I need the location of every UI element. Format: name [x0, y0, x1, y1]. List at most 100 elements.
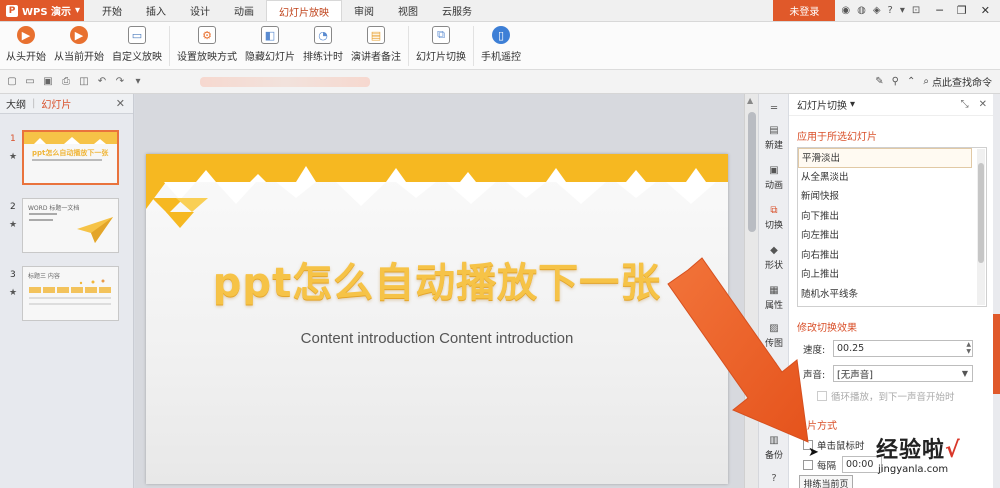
tab-view[interactable]: 视图: [386, 0, 430, 21]
tab-design[interactable]: 设计: [178, 0, 222, 21]
panel-title[interactable]: 幻灯片切换: [797, 97, 847, 112]
strip-new-button[interactable]: ▤ 新建: [759, 124, 789, 152]
chevron-down-icon[interactable]: ▾: [900, 5, 905, 16]
skin-icon[interactable]: ◉: [841, 5, 850, 16]
speed-input[interactable]: 00.25 ▲ ▼: [833, 340, 973, 357]
strip-location-button[interactable]: ⚲: [759, 360, 789, 372]
sound-select[interactable]: [无声音] ▼: [833, 365, 973, 382]
print-icon[interactable]: ⎙: [60, 76, 72, 88]
button-label: 设置放映方式: [177, 52, 237, 63]
phone-remote-button[interactable]: ▯ 手机遥控: [477, 22, 525, 63]
rehearse-timing-icon: ◔: [314, 26, 332, 44]
slide-thumbnail[interactable]: WORD 标题一文档: [22, 198, 119, 253]
slide-3-preview: [29, 279, 111, 305]
login-button[interactable]: 未登录: [773, 0, 836, 21]
strip-transition-button[interactable]: ⧉ 切换: [759, 204, 789, 232]
document-tabs-blurred: [200, 76, 370, 87]
speaker-notes-button[interactable]: ▤ 演讲者备注: [347, 22, 405, 63]
tab-cloud[interactable]: 云服务: [430, 0, 484, 21]
tab-slides[interactable]: 幻灯片: [41, 96, 71, 111]
tag-icon[interactable]: ◈: [873, 5, 881, 16]
ribbon-separator: [169, 26, 170, 66]
transition-list[interactable]: 平滑淡出 从全黑淡出 新闻快报 向下推出 向左推出 向右推出 向上推出 随机水平…: [797, 147, 987, 307]
start-from-beginning-button[interactable]: ▶ 从头开始: [2, 22, 50, 63]
new-file-icon[interactable]: ▢: [6, 76, 18, 88]
tab-animation[interactable]: 动画: [222, 0, 266, 21]
panel-collapse-tab[interactable]: [993, 314, 1000, 394]
transition-option[interactable]: 随机水平线条: [798, 285, 986, 305]
collapse-strip-button[interactable]: ═: [759, 102, 789, 114]
redo-icon[interactable]: ↷: [114, 76, 126, 88]
hide-slide-button[interactable]: ◧ 隐藏幻灯片: [241, 22, 299, 63]
strip-shape-button[interactable]: ◆ 形状: [759, 244, 789, 272]
tab-home[interactable]: 开始: [90, 0, 134, 21]
canvas-scrollbar[interactable]: ▲: [744, 94, 758, 488]
loop-checkbox[interactable]: [817, 391, 827, 401]
current-slide[interactable]: ppt怎么自动播放下一张 Content introduction Conten…: [146, 154, 728, 484]
transition-option[interactable]: 向右推出: [798, 246, 986, 266]
speed-stepper-icon[interactable]: ▲ ▼: [966, 341, 971, 355]
help-icon[interactable]: ?: [888, 5, 893, 16]
strip-label: 新建: [764, 141, 783, 151]
strip-tool-button[interactable]: ⊥: [759, 404, 789, 416]
collapse-icon[interactable]: ⌃: [907, 76, 915, 87]
command-search[interactable]: ⌕ 点此查找命令: [923, 74, 992, 89]
rehearse-timing-button[interactable]: ◔ 排练计时: [299, 22, 347, 63]
thumbnail-line: [32, 159, 102, 161]
app-menu-button[interactable]: P WPS 演示 ▾: [0, 0, 84, 21]
transition-option[interactable]: 向左推出: [798, 226, 986, 246]
strip-backup-button[interactable]: ▥ 备份: [759, 434, 789, 462]
scroll-up-icon[interactable]: ▲: [747, 96, 753, 105]
strip-help-button[interactable]: ?: [759, 472, 789, 484]
loop-label: 循环播放，到下一声音开始时: [831, 392, 955, 403]
rehearse-current-button[interactable]: 排练当前页: [799, 475, 853, 488]
print-preview-icon[interactable]: ◫: [78, 76, 90, 88]
every-checkbox[interactable]: [803, 459, 813, 470]
customize-chevron-icon[interactable]: ▾: [132, 76, 144, 88]
tab-insert[interactable]: 插入: [134, 0, 178, 21]
minimize-icon[interactable]: ─: [936, 4, 943, 17]
panel-header: 幻灯片切换 ▾ ⤡ ✕: [789, 94, 993, 116]
close-icon[interactable]: ✕: [116, 97, 125, 110]
chevron-down-icon[interactable]: ▾: [850, 99, 855, 110]
slide-thumbnail[interactable]: ppt怎么自动播放下一张: [22, 130, 119, 185]
slide-thumbnail[interactable]: 标题三 内容: [22, 266, 119, 321]
restore-ribbon-icon[interactable]: ⊡: [912, 5, 920, 16]
save-icon[interactable]: ▣: [42, 76, 54, 88]
list-scrollbar[interactable]: [977, 149, 985, 305]
transition-option[interactable]: 向下推出: [798, 207, 986, 227]
undock-icon[interactable]: ⤡: [961, 99, 969, 110]
comment-icon[interactable]: ✎: [875, 76, 883, 87]
tab-review[interactable]: 审阅: [342, 0, 386, 21]
strip-animation-button[interactable]: ▣ 动画: [759, 164, 789, 192]
transition-option[interactable]: 向上推出: [798, 265, 986, 285]
tab-outline[interactable]: 大纲: [6, 96, 26, 111]
slide-canvas[interactable]: ppt怎么自动播放下一张 Content introduction Conten…: [135, 94, 744, 488]
chevron-down-icon: ▾: [75, 5, 81, 16]
start-from-current-button[interactable]: ▶ 从当前开始: [50, 22, 108, 63]
strip-upload-button[interactable]: ▨ 传图: [759, 322, 789, 350]
sync-icon[interactable]: ◍: [857, 5, 866, 16]
transition-option[interactable]: 平滑淡出: [798, 148, 972, 168]
slide-subtitle[interactable]: Content introduction Content introductio…: [146, 330, 728, 347]
strip-properties-button[interactable]: ▦ 属性: [759, 284, 789, 312]
close-icon[interactable]: ✕: [979, 99, 987, 110]
custom-show-button[interactable]: ▭ 自定义放映: [108, 22, 166, 63]
setup-show-button[interactable]: ⚙ 设置放映方式: [173, 22, 241, 63]
maximize-icon[interactable]: ❐: [957, 4, 967, 17]
close-icon[interactable]: ✕: [981, 4, 990, 17]
transition-option[interactable]: 新闻快报: [798, 187, 986, 207]
pin-icon[interactable]: ⚲: [892, 76, 899, 87]
undo-icon[interactable]: ↶: [96, 76, 108, 88]
scrollbar-thumb[interactable]: [748, 112, 756, 232]
slide-transition-button[interactable]: ⧉ 幻灯片切换: [412, 22, 470, 63]
open-folder-icon[interactable]: ▭: [24, 76, 36, 88]
slide-thumbnail-row[interactable]: 1 ★ ppt怎么自动播放下一张: [0, 130, 134, 190]
list-scrollbar-thumb[interactable]: [978, 163, 984, 263]
slide-title[interactable]: ppt怎么自动播放下一张: [146, 250, 728, 308]
slide-thumbnail-row[interactable]: 3 ★ 标题三 内容: [0, 266, 134, 326]
transition-option[interactable]: 从全黑淡出: [798, 168, 986, 188]
tab-slideshow[interactable]: 幻灯片放映: [266, 0, 342, 21]
sound-label: 声音:: [803, 369, 826, 381]
slide-thumbnail-row[interactable]: 2 ★ WORD 标题一文档: [0, 198, 134, 258]
